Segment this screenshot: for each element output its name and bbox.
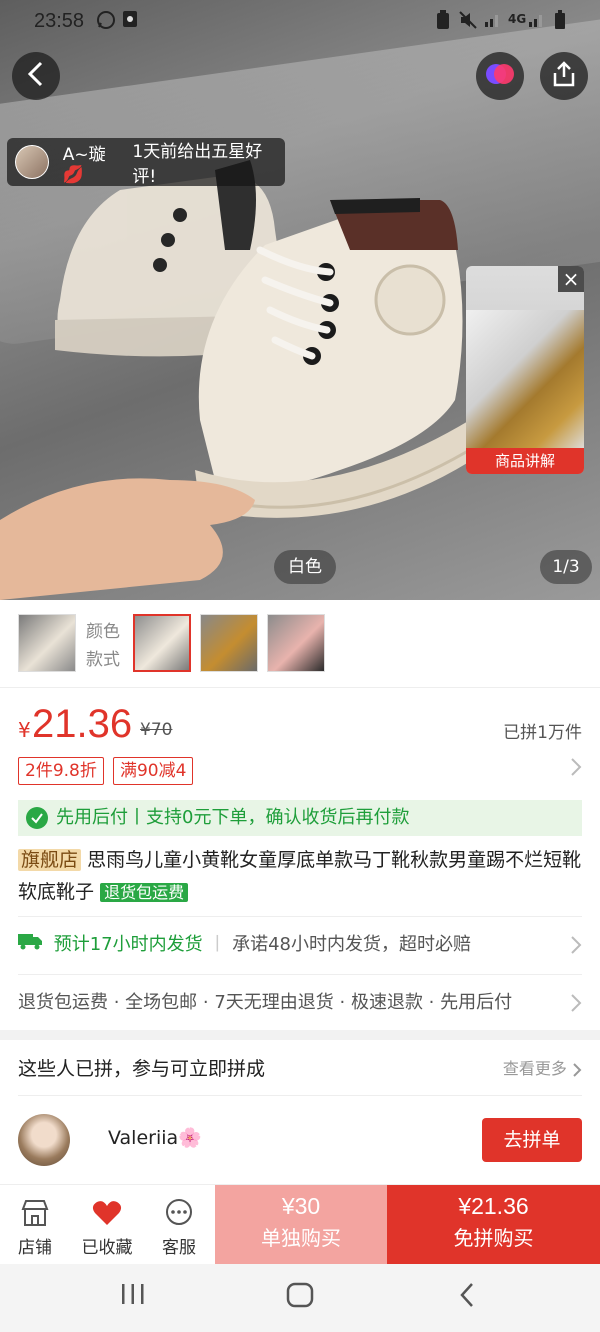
- shop-label: 店铺: [18, 1238, 52, 1258]
- shipping-promise: 承诺48小时内发货，超时必赔: [232, 934, 472, 955]
- group-section-title: 这些人已拼，参与可立即拼成: [18, 1058, 266, 1080]
- group-section-header: 这些人已拼，参与可立即拼成 查看更多: [18, 1042, 582, 1096]
- customer-service-label: 客服: [162, 1238, 196, 1258]
- group-buy-label: 免拼购买: [453, 1226, 534, 1250]
- recycle-icon: [436, 10, 450, 35]
- pay-later-icon: [26, 807, 48, 829]
- thumb-white-selected[interactable]: [133, 614, 191, 672]
- whatsapp-icon: [96, 10, 116, 35]
- 4g-icon: 4G: [508, 12, 527, 26]
- float-window-button[interactable]: [476, 52, 524, 100]
- group-buy-button[interactable]: ¥21.36 免拼购买: [387, 1185, 600, 1265]
- separator: 丨: [208, 934, 227, 955]
- bottom-action-bar: 店铺 已收藏 客服 ¥30 单独购买 ¥21.36 免拼购买: [0, 1184, 600, 1265]
- close-icon[interactable]: ×: [558, 266, 584, 292]
- join-group-button[interactable]: 去拼单: [482, 1118, 582, 1162]
- hand: [0, 478, 255, 600]
- video-thumbnail: [466, 310, 584, 450]
- buy-alone-button[interactable]: ¥30 单独购买: [215, 1185, 387, 1265]
- truck-icon: [18, 917, 42, 973]
- signal-icon: [484, 10, 502, 33]
- shipping-estimate: 预计17小时内发货: [53, 934, 203, 955]
- chevron-right-icon: [570, 917, 582, 973]
- chat-icon: [144, 1193, 214, 1233]
- store-icon: [0, 1193, 70, 1233]
- product-image-carousel[interactable]: 23:58 4G A~璇💋 1天前给出五星好评! × 商品讲解 白色 1/3: [0, 0, 600, 600]
- group-member-row: Valeriia🌸 去拼单: [18, 1108, 582, 1172]
- share-button[interactable]: [540, 52, 588, 100]
- return-shipping-tag: 退货包运费: [100, 883, 189, 902]
- thumb-white[interactable]: [18, 614, 76, 672]
- pay-later-banner[interactable]: 先用后付丨支持0元下单，确认收货后再付款: [18, 800, 582, 836]
- image-counter: 1/3: [540, 550, 592, 584]
- recent-review-pill: A~璇💋 1天前给出五星好评!: [7, 138, 285, 187]
- mute-icon: [458, 10, 478, 35]
- thumb-pink[interactable]: [267, 614, 325, 672]
- currency-symbol: ¥: [18, 718, 31, 742]
- service-guarantees-row[interactable]: 退货包运费 · 全场包邮 · 7天无理由退货 · 极速退款 · 先用后付: [18, 974, 582, 1030]
- chevron-left-icon: [25, 61, 47, 91]
- style-label: 颜色 款式: [86, 622, 120, 670]
- member-name: Valeriia🌸: [108, 1127, 202, 1149]
- recent-apps-icon[interactable]: [120, 1282, 146, 1313]
- pay-later-text: 先用后付丨支持0元下单，确认收货后再付款: [56, 807, 410, 828]
- status-time: 23:58: [34, 10, 85, 32]
- back-button[interactable]: [12, 52, 60, 100]
- promo-tag: 满90减4: [112, 757, 194, 785]
- customer-service-button[interactable]: 客服: [144, 1185, 214, 1265]
- video-label: 商品讲解: [466, 448, 584, 474]
- group-sold-count: 已拼1万件: [503, 723, 582, 743]
- service-guarantees: 退货包运费 · 全场包邮 · 7天无理由退货 · 极速退款 · 先用后付: [18, 992, 513, 1013]
- buy-alone-label: 单独购买: [261, 1226, 341, 1250]
- current-price: 21.36: [32, 702, 133, 746]
- product-title: 旗舰店 思雨鸟儿童小黄靴女童厚底单款马丁靴秋款男童踢不烂短靴软底靴子 退货包运费: [18, 844, 582, 909]
- image-color-tag: 白色: [274, 550, 336, 584]
- battery-icon: [554, 10, 566, 35]
- chevron-right-icon: [570, 757, 582, 783]
- overlap-circles-icon: [484, 62, 516, 90]
- favorite-label: 已收藏: [81, 1238, 133, 1258]
- price-row: ¥ 21.36 ¥70 已拼1万件: [18, 702, 582, 752]
- back-nav-icon[interactable]: [458, 1282, 476, 1315]
- color-style-selector: 颜色 款式: [0, 600, 600, 688]
- buy-alone-price: ¥30: [281, 1193, 321, 1219]
- thumb-yellow[interactable]: [200, 614, 258, 672]
- share-icon: [552, 61, 576, 91]
- promo-tag: 2件9.8折: [18, 757, 104, 785]
- review-text: 1天前给出五星好评!: [132, 142, 263, 187]
- view-more-link[interactable]: 查看更多: [503, 1042, 582, 1096]
- chevron-right-icon: [570, 975, 582, 1031]
- favorite-button[interactable]: 已收藏: [72, 1185, 142, 1265]
- system-nav-bar: [0, 1264, 600, 1332]
- shop-button[interactable]: 店铺: [0, 1185, 70, 1265]
- shipping-row[interactable]: 预计17小时内发货 丨 承诺48小时内发货，超时必赔: [18, 916, 582, 972]
- promo-row[interactable]: 2件9.8折 满90减4: [18, 757, 582, 785]
- flagship-tag: 旗舰店: [18, 849, 82, 871]
- group-buy-price: ¥21.36: [458, 1193, 529, 1219]
- home-icon[interactable]: [286, 1282, 314, 1315]
- heart-icon: [72, 1193, 142, 1233]
- status-bar: 23:58 4G: [0, 0, 600, 44]
- section-divider: [0, 1030, 600, 1040]
- signal-icon: [528, 10, 546, 33]
- original-price: ¥70: [140, 720, 173, 740]
- reviewer-avatar: [15, 145, 49, 179]
- product-video-card[interactable]: × 商品讲解: [466, 266, 584, 474]
- reviewer-name: A~璇💋: [62, 144, 106, 185]
- avatar: [18, 1114, 70, 1166]
- app-icon: [122, 10, 138, 33]
